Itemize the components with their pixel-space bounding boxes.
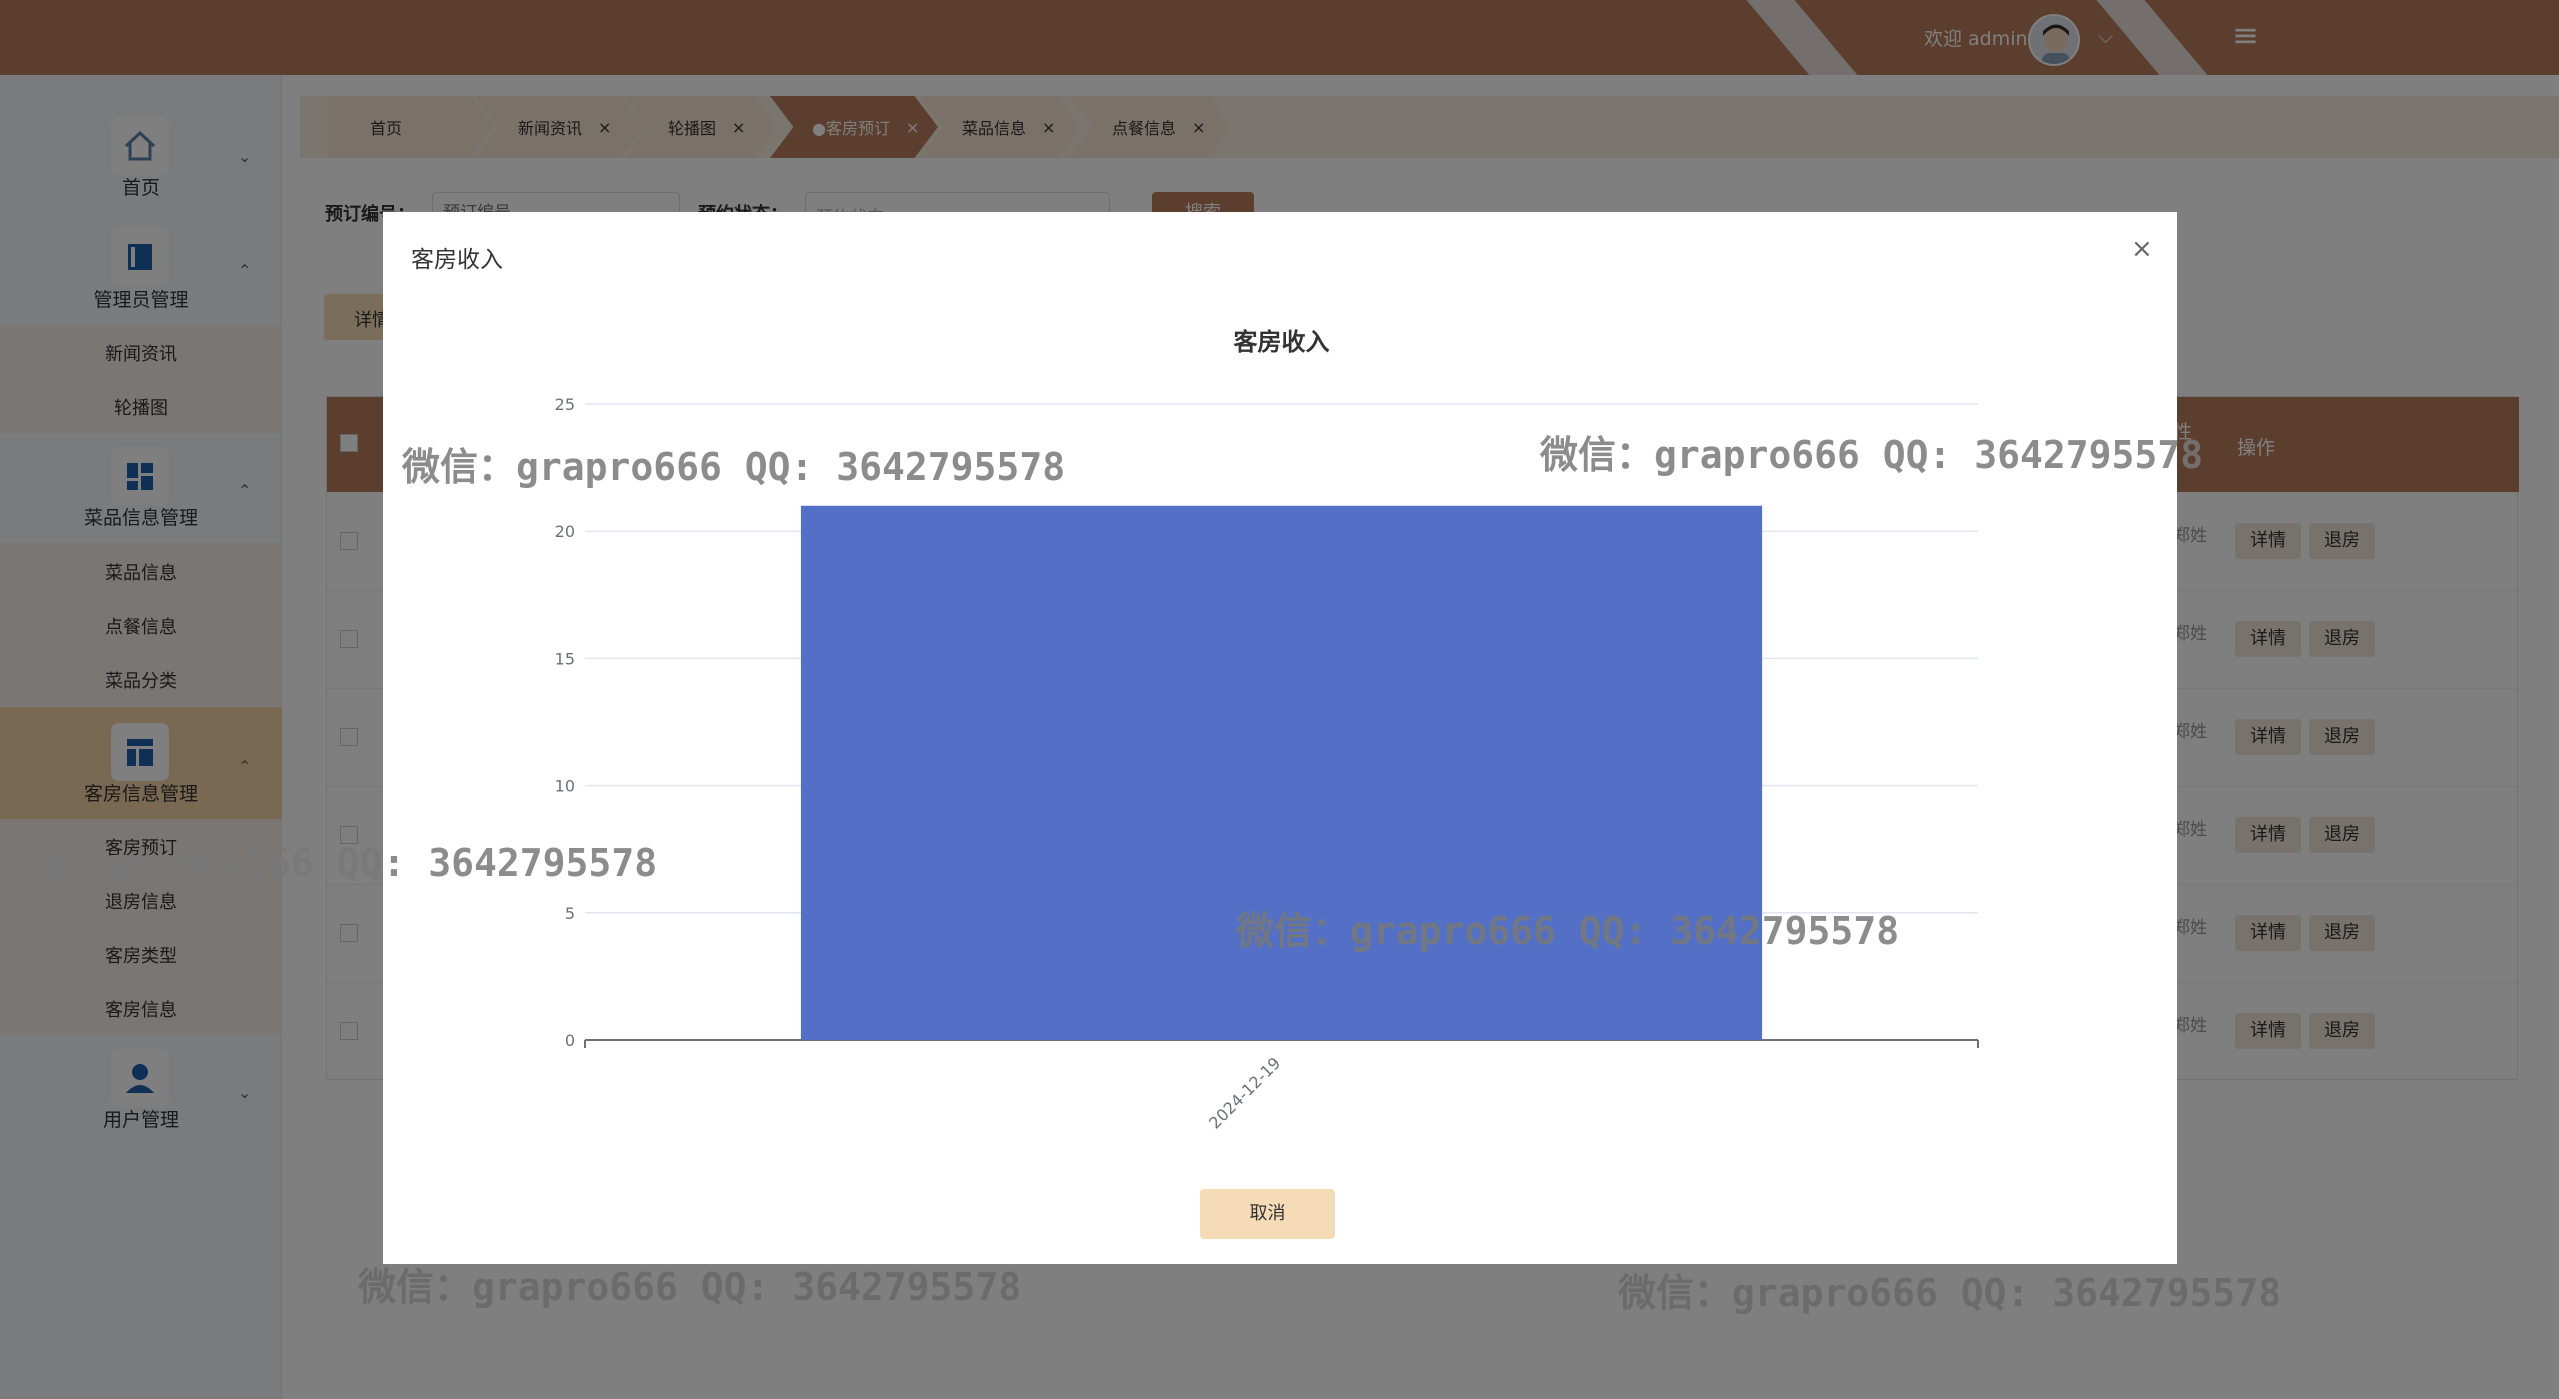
watermark: 微信：grapro666 QQ: 3642795578 [1540,433,2204,477]
y-tick-label: 10 [555,777,575,796]
y-tick-label: 20 [555,522,575,541]
watermark: 微信：grapro666 QQ: 3642795578 [402,445,1066,489]
x-tick-label: 2024-12-19 [1205,1053,1284,1132]
y-tick-label: 5 [565,904,575,923]
income-modal: 客房收入 × 客房收入 0 5 10 15 20 25 2024-12-19 取消 [383,212,2177,1264]
y-tick-label: 0 [565,1031,575,1050]
watermark: 微信：grapro666 QQ: 3642795578 [0,841,658,885]
watermark: 微信：grapro666 QQ: 3642795578 [1236,909,1900,953]
app-window: 欢迎 admin ⌵ ≡ 首页 ⌄ 管理员管理 ⌃ 新闻资讯 轮播图 [0,0,2559,1399]
chart-title: 客房收入 [1234,328,1330,356]
cancel-button[interactable]: 取消 [1200,1189,1335,1239]
bar [800,505,1763,1040]
y-tick-label: 25 [555,395,575,414]
income-chart: 客房收入 0 5 10 15 20 25 2024-12-19 [555,328,1979,1133]
y-tick-label: 15 [555,649,575,668]
